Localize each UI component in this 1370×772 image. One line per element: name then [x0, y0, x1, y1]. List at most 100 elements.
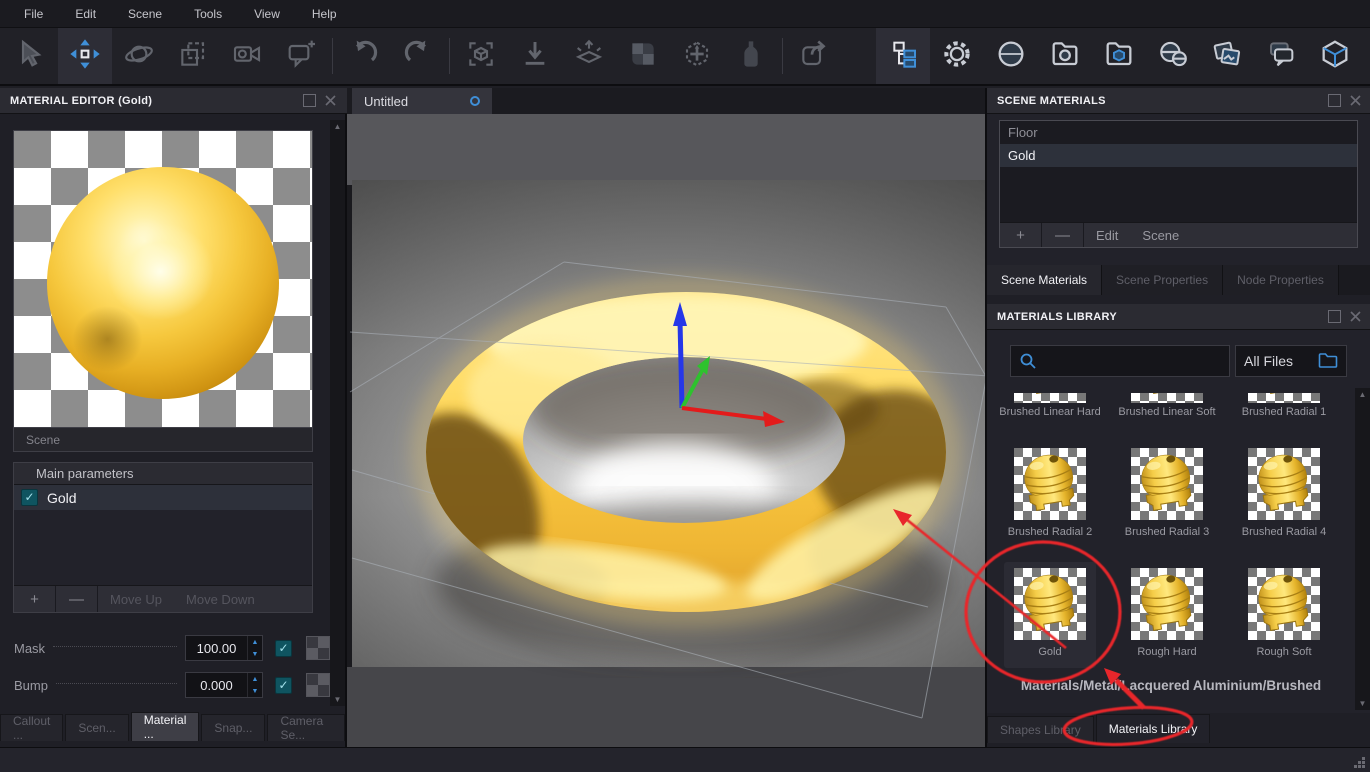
move-up-button[interactable]: Move Up — [98, 586, 174, 612]
maximize-icon[interactable] — [1328, 310, 1341, 323]
material-thumbnail-gold[interactable] — [1014, 568, 1086, 640]
fit-view-button[interactable] — [454, 28, 508, 84]
viewport-canvas[interactable] — [347, 114, 985, 747]
material-sphere-button[interactable] — [984, 28, 1038, 84]
maximize-icon[interactable] — [1328, 94, 1341, 107]
material-label: Brushed Radial 1 — [1224, 406, 1344, 418]
node-tree-button[interactable] — [876, 28, 930, 84]
bottle-button[interactable] — [724, 28, 778, 84]
scroll-down-icon[interactable]: ▼ — [1359, 699, 1367, 708]
close-icon[interactable] — [1349, 94, 1362, 107]
spread-button[interactable] — [562, 28, 616, 84]
layer-row[interactable]: ✓Gold — [14, 485, 312, 510]
remove-layer-button[interactable]: — — [56, 586, 98, 612]
undo-button[interactable] — [337, 28, 391, 84]
menu-item-file[interactable]: File — [10, 3, 57, 25]
callouts-button[interactable] — [1254, 28, 1308, 84]
scene-cube-icon — [1319, 38, 1351, 75]
material-thumbnail-rough-hard[interactable] — [1131, 568, 1203, 640]
dock-tab-shapes-library[interactable]: Shapes Library — [987, 716, 1094, 743]
gear-button[interactable] — [930, 28, 984, 84]
library-search-input[interactable] — [1010, 345, 1230, 377]
drop-to-floor-button[interactable] — [508, 28, 562, 84]
library-scrollbar[interactable]: ▲ ▼ — [1355, 388, 1370, 710]
render-camera-button[interactable] — [220, 28, 274, 84]
material-thumbnail-brushed-linear-hard[interactable] — [1014, 393, 1086, 403]
materials-library-titlebar: MATERIALS LIBRARY — [987, 304, 1370, 330]
material-thumbnail-brushed-radial-3[interactable] — [1131, 448, 1203, 520]
viewport-tab-untitled[interactable]: Untitled — [352, 88, 492, 114]
menu-item-edit[interactable]: Edit — [61, 3, 110, 25]
edit-material-button[interactable]: Edit — [1084, 223, 1130, 247]
dock-tab-callout-[interactable]: Callout ... — [0, 714, 63, 741]
resize-grip-icon[interactable] — [1354, 757, 1366, 769]
bump-texture-button[interactable] — [306, 673, 330, 697]
material-preview-image[interactable] — [14, 131, 312, 427]
material-thumbnail-brushed-radial-2[interactable] — [1014, 448, 1086, 520]
bump-checkbox[interactable]: ✓ — [275, 677, 292, 694]
menu-item-help[interactable]: Help — [298, 3, 351, 25]
add-callout-button[interactable] — [274, 28, 328, 84]
dock-tab-material-[interactable]: Material ... — [131, 712, 200, 741]
spin-down-icon[interactable]: ▼ — [248, 648, 262, 660]
scene-materials-button[interactable] — [1146, 28, 1200, 84]
move-button[interactable] — [58, 28, 112, 84]
cube-axes-button[interactable] — [670, 28, 724, 84]
menu-item-view[interactable]: View — [240, 3, 294, 25]
material-thumbnail-brushed-radial-4[interactable] — [1248, 448, 1320, 520]
material-editor-panel: MATERIAL EDITOR (Gold) Scene Main parame… — [0, 88, 347, 747]
camera-folder-button[interactable] — [1038, 28, 1092, 84]
shapes-folder-button[interactable] — [1092, 28, 1146, 84]
close-icon[interactable] — [324, 94, 337, 107]
bump-spinbox[interactable]: 0.000▲▼ — [185, 672, 263, 698]
scene-cube-button[interactable] — [1308, 28, 1362, 84]
scene-material-row-floor[interactable]: Floor — [1000, 121, 1357, 144]
scene-materials-title: SCENE MATERIALS — [997, 95, 1320, 107]
file-filter-dropdown[interactable]: All Files — [1235, 345, 1347, 377]
remove-material-button[interactable]: — — [1042, 223, 1084, 247]
material-thumbnail-brushed-linear-soft[interactable] — [1131, 393, 1203, 403]
dock-tab-materials-library[interactable]: Materials Library — [1096, 714, 1211, 743]
material-thumbnail-rough-soft[interactable] — [1248, 568, 1320, 640]
right-dock: SCENE MATERIALS FloorGold + — Edit Scene… — [985, 88, 1370, 747]
spin-down-icon[interactable]: ▼ — [248, 685, 262, 697]
material-editor-scrollbar[interactable]: ▲ ▼ — [330, 120, 345, 706]
checker-swap-button[interactable] — [616, 28, 670, 84]
menu-item-scene[interactable]: Scene — [114, 3, 176, 25]
scroll-down-icon[interactable]: ▼ — [334, 695, 342, 704]
maximize-icon[interactable] — [303, 94, 316, 107]
share-button[interactable] — [787, 28, 841, 84]
images-button[interactable] — [1200, 28, 1254, 84]
move-down-button[interactable]: Move Down — [174, 586, 267, 612]
layer-checkbox[interactable]: ✓ — [21, 489, 38, 506]
scene-button[interactable]: Scene — [1130, 223, 1191, 247]
redo-button[interactable] — [391, 28, 445, 84]
mask-texture-button[interactable] — [306, 636, 330, 660]
select-arrow-button[interactable] — [4, 28, 58, 84]
tab-node-properties[interactable]: Node Properties — [1223, 265, 1339, 295]
add-layer-button[interactable]: + — [14, 586, 56, 612]
spin-up-icon[interactable]: ▲ — [248, 636, 262, 648]
mask-spinbox[interactable]: 100.00▲▼ — [185, 635, 263, 661]
orbit-button[interactable] — [112, 28, 166, 84]
dock-tab-camera-se-[interactable]: Camera Se... — [267, 714, 345, 741]
tab-scene-materials[interactable]: Scene Materials — [987, 265, 1102, 295]
mask-checkbox[interactable]: ✓ — [275, 640, 292, 657]
spin-up-icon[interactable]: ▲ — [248, 673, 262, 685]
add-material-button[interactable]: + — [1000, 223, 1042, 247]
close-icon[interactable] — [1349, 310, 1362, 323]
scene-panel-tabs: Scene MaterialsScene PropertiesNode Prop… — [987, 265, 1370, 295]
tab-scene-properties[interactable]: Scene Properties — [1102, 265, 1223, 295]
dock-tab-scen-[interactable]: Scen... — [65, 714, 128, 741]
material-thumbnail-brushed-radial-1[interactable] — [1248, 393, 1320, 403]
menu-item-tools[interactable]: Tools — [180, 3, 236, 25]
viewport-tabbar: Untitled — [347, 88, 985, 114]
duplicate-button[interactable] — [166, 28, 220, 84]
dock-tab-snap-[interactable]: Snap... — [201, 714, 265, 741]
modified-indicator-icon — [470, 96, 480, 106]
scene-material-row-gold[interactable]: Gold — [1000, 144, 1357, 167]
node-tree-icon — [887, 38, 919, 75]
scroll-up-icon[interactable]: ▲ — [334, 122, 342, 131]
main-parameters-header: Main parameters — [14, 463, 312, 485]
scroll-up-icon[interactable]: ▲ — [1359, 390, 1367, 399]
